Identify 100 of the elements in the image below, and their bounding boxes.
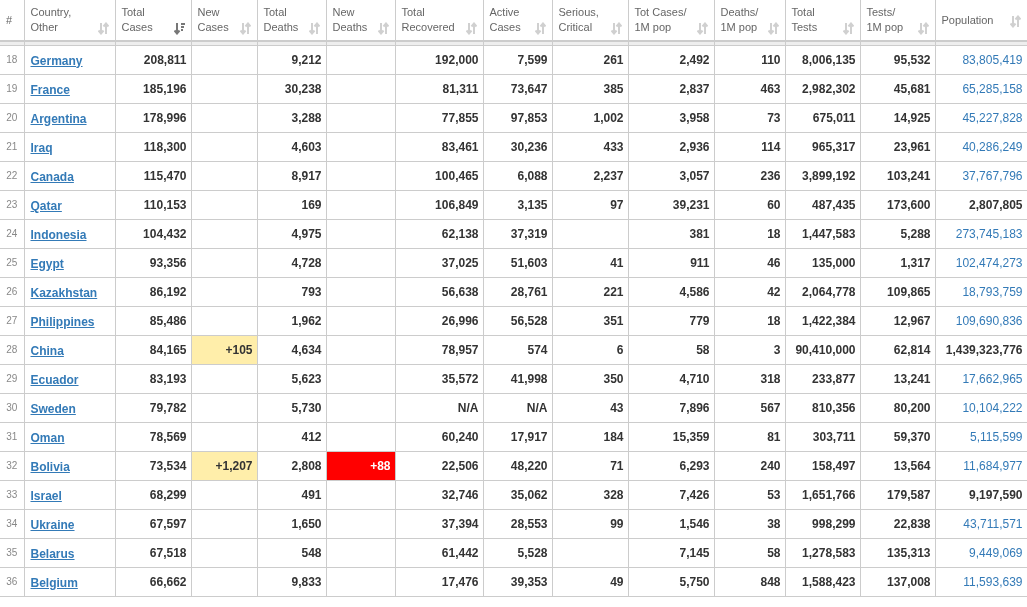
column-header[interactable]: # [6, 12, 13, 28]
table-cell: 5,288 [900, 226, 931, 241]
country-link[interactable]: Ukraine [30, 517, 75, 532]
table-cell: 77,855 [441, 110, 479, 125]
table-cell: 84,165 [149, 342, 187, 357]
table-cell: 185,196 [143, 81, 187, 96]
table-cell: 59,370 [893, 429, 931, 444]
country-link[interactable]: Canada [30, 169, 74, 184]
table-cell: 179,587 [887, 487, 931, 502]
country-link[interactable]: Argentina [30, 111, 87, 126]
country-link[interactable]: Qatar [30, 198, 62, 213]
table-cell: 184 [603, 429, 624, 444]
population-link[interactable]: 43,711,571 [963, 516, 1023, 531]
population-link[interactable]: 5,115,599 [970, 429, 1023, 444]
population-value: 1,439,323,776 [945, 342, 1023, 357]
table-cell: 236 [760, 168, 781, 183]
population-link[interactable]: 102,474,273 [955, 255, 1023, 270]
country-link[interactable]: Egypt [30, 256, 64, 271]
table-cell: 385 [603, 81, 624, 96]
row-number: 29 [6, 373, 18, 384]
country-link[interactable]: Germany [30, 53, 83, 68]
population-link[interactable]: 9,449,069 [969, 545, 1023, 560]
table-cell: 491 [301, 487, 322, 502]
column-header[interactable]: Serious, Critical [558, 5, 599, 35]
table-cell: 233,877 [812, 371, 856, 386]
column-header[interactable]: Active Cases [489, 5, 521, 35]
column-header[interactable]: New Cases [197, 5, 229, 35]
table-cell: 7,145 [679, 545, 710, 560]
table-cell: 350 [603, 371, 624, 386]
table-cell: 303,711 [812, 429, 856, 444]
column-header[interactable]: Total Cases [121, 5, 153, 35]
column-header[interactable]: Tests/ 1M pop [866, 5, 904, 35]
table-cell: 48,220 [510, 458, 548, 473]
table-cell: 28,553 [510, 516, 548, 531]
country-link[interactable]: Kazakhstan [30, 285, 98, 300]
table-cell: 17,476 [441, 574, 479, 589]
table-cell: 574 [527, 342, 548, 357]
sort-icon[interactable] [173, 22, 185, 35]
country-link[interactable]: France [30, 82, 70, 97]
table-cell: 169 [301, 197, 322, 212]
population-link[interactable]: 65,285,158 [962, 81, 1023, 96]
table-cell: 567 [760, 400, 781, 415]
table-cell: 17,917 [510, 429, 548, 444]
table-cell: 1,002 [593, 110, 624, 125]
column-header[interactable]: New Deaths [332, 5, 368, 35]
table-cell: 53 [767, 487, 781, 502]
table-cell: 2,982,302 [802, 81, 856, 96]
population-link[interactable]: 10,104,222 [962, 400, 1023, 415]
table-cell: 7,599 [517, 52, 548, 67]
table-cell: 1,546 [679, 516, 710, 531]
row-number: 33 [6, 489, 18, 500]
country-link[interactable]: Belarus [30, 546, 75, 561]
country-link[interactable]: Bolivia [30, 459, 70, 474]
country-link[interactable]: Indonesia [30, 227, 87, 242]
table-cell: 73 [767, 110, 781, 125]
population-link[interactable]: 18,793,759 [962, 284, 1023, 299]
column-header[interactable]: Population [941, 12, 994, 28]
table-cell: 62,138 [441, 226, 479, 241]
column-header[interactable]: Total Recovered [401, 5, 455, 35]
population-link[interactable]: 37,767,796 [962, 168, 1023, 183]
country-link[interactable]: Ecuador [30, 372, 79, 387]
column-header[interactable]: Total Deaths [263, 5, 299, 35]
country-link[interactable]: Sweden [30, 401, 76, 416]
country-link[interactable]: Belgium [30, 575, 78, 590]
table-cell: 9,833 [291, 574, 322, 589]
population-link[interactable]: 83,805,419 [962, 52, 1023, 67]
country-link[interactable]: Israel [30, 488, 62, 503]
population-link[interactable]: 45,227,828 [962, 110, 1023, 125]
column-header[interactable]: Total Tests [791, 5, 818, 35]
population-link[interactable]: 40,286,249 [962, 139, 1023, 154]
country-link[interactable]: Oman [30, 430, 65, 445]
table-cell: 3,958 [679, 110, 710, 125]
column-header[interactable]: Deaths/ 1M pop [720, 5, 759, 35]
table-cell: 5,750 [679, 574, 710, 589]
country-link[interactable]: Philippines [30, 314, 95, 329]
table-cell: 173,600 [887, 197, 931, 212]
column-header[interactable]: Country, Other [30, 5, 72, 35]
table-cell: 66,662 [149, 574, 187, 589]
table-cell: 3,135 [517, 197, 548, 212]
table-cell: 433 [603, 139, 624, 154]
table-cell: 998,299 [812, 516, 856, 531]
row-number: 23 [6, 199, 18, 210]
row-number: 21 [6, 141, 18, 152]
population-link[interactable]: 273,745,183 [955, 226, 1023, 241]
population-link[interactable]: 11,684,977 [963, 458, 1023, 473]
table-cell: 22,506 [441, 458, 479, 473]
table-cell: 135,000 [812, 255, 856, 270]
table-cell: 106,849 [435, 197, 479, 212]
population-link[interactable]: 109,690,836 [955, 313, 1023, 328]
table-cell: 208,811 [143, 52, 187, 67]
population-link[interactable]: 11,593,639 [963, 574, 1023, 589]
table-cell: 6,088 [517, 168, 548, 183]
country-link[interactable]: Iraq [30, 140, 53, 155]
table-cell: 80,200 [893, 400, 931, 415]
table-cell: 158,497 [812, 458, 856, 473]
table-cell: 78,569 [149, 429, 187, 444]
column-header[interactable]: Tot Cases/ 1M pop [634, 5, 687, 35]
country-link[interactable]: China [30, 343, 64, 358]
table-cell: 114 [761, 139, 781, 154]
population-link[interactable]: 17,662,965 [962, 371, 1023, 386]
